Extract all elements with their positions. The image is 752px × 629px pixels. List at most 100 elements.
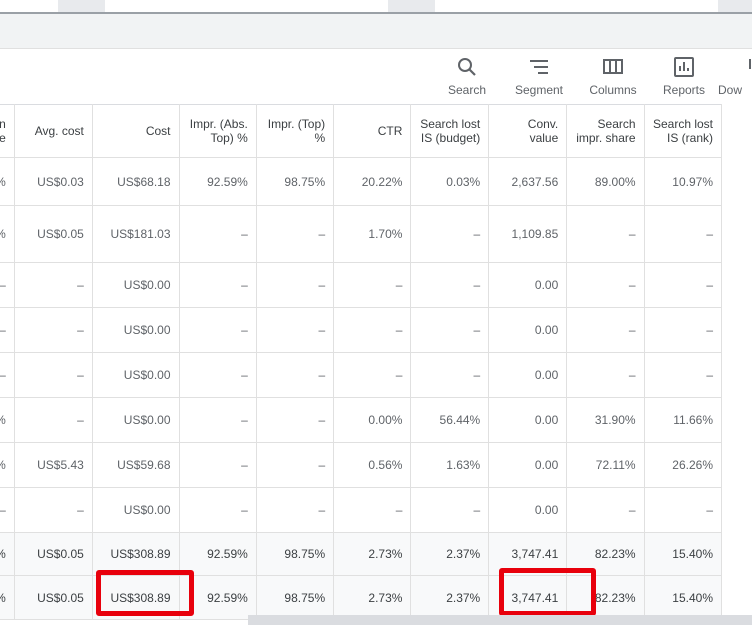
table-row: %US$0.05US$181.03––1.70%–1,109.85–– <box>0 205 723 263</box>
cell-search-impr-share: – <box>566 352 645 398</box>
cell-truncated: % <box>0 157 15 206</box>
col-header-truncated[interactable]: n e <box>0 104 15 158</box>
cell-search-lost-is-rank: – <box>643 487 723 533</box>
cell-ctr: 20.22% <box>333 157 412 206</box>
columns-label: Columns <box>589 83 637 97</box>
cell-cost: US$0.00 <box>91 307 180 353</box>
cell-cost: US$68.18 <box>91 157 180 206</box>
cell-search-impr-share: 89.00% <box>566 157 645 206</box>
cell-search-lost-is-rank: 26.26% <box>643 442 723 488</box>
cell-impr-top: 98.75% <box>255 575 335 620</box>
col-header-cost[interactable]: Cost <box>91 104 180 158</box>
cell-avg-cost: – <box>13 307 93 353</box>
cell-search-lost-is-rank: 11.66% <box>643 397 723 443</box>
cell-impr-top: – <box>255 352 335 398</box>
cell-search-lost-is-budget: – <box>410 487 490 533</box>
cell-impr-top: – <box>255 487 335 533</box>
cell-search-impr-share: – <box>566 307 645 353</box>
cell-impr-top: – <box>255 205 335 263</box>
cell-cost: US$0.00 <box>91 352 180 398</box>
cell-search-lost-is-budget: 2.37% <box>410 532 490 576</box>
cell-conv-value: 0.00 <box>488 442 568 488</box>
search-label: Search <box>447 83 487 97</box>
table-body: %US$0.03US$68.1892.59%98.75%20.22%0.03%2… <box>0 157 723 620</box>
cell-cost: US$0.00 <box>91 487 180 533</box>
cell-avg-cost: – <box>13 487 93 533</box>
filter-bar <box>0 14 752 49</box>
download-label: Dow <box>718 83 743 97</box>
cell-search-lost-is-budget: – <box>410 262 490 308</box>
cell-ctr: 0.56% <box>333 442 412 488</box>
cell-ctr: 2.73% <box>333 575 412 620</box>
cell-impr-top: – <box>255 397 335 443</box>
cell-avg-cost: US$5.43 <box>13 442 93 488</box>
cell-impr-top: – <box>255 307 335 353</box>
col-header-ctr[interactable]: CTR <box>333 104 412 158</box>
cell-ctr: – <box>333 352 412 398</box>
cell-impr-abs-top: – <box>178 307 257 353</box>
cell-cost: US$59.68 <box>91 442 180 488</box>
cell-truncated: % <box>0 397 15 443</box>
cell-impr-top: 98.75% <box>255 157 335 206</box>
cell-search-lost-is-rank: – <box>643 262 723 308</box>
highlight-box-cost <box>96 570 194 616</box>
cell-search-lost-is-budget: 1.63% <box>410 442 490 488</box>
cell-search-lost-is-rank: 15.40% <box>643 532 723 576</box>
cell-impr-abs-top: – <box>178 397 257 443</box>
columns-icon <box>603 59 623 74</box>
tab-stub <box>718 0 752 12</box>
download-icon <box>749 59 751 69</box>
cell-truncated: – <box>0 352 15 398</box>
cell-cost: US$181.03 <box>91 205 180 263</box>
header-row: n e Avg. cost Cost Impr. (Abs. Top) % Im… <box>0 104 723 158</box>
reports-button[interactable]: Reports <box>649 55 719 97</box>
cell-search-lost-is-budget: 2.37% <box>410 575 490 620</box>
cell-truncated: % <box>0 442 15 488</box>
table-row: ––US$0.00––––0.00–– <box>0 307 723 353</box>
cell-truncated: % <box>0 575 15 620</box>
cell-avg-cost: US$0.05 <box>13 575 93 620</box>
cell-search-lost-is-rank: – <box>643 307 723 353</box>
cell-avg-cost: – <box>13 352 93 398</box>
cell-conv-value: 1,109.85 <box>488 205 568 263</box>
cell-search-lost-is-rank: – <box>643 352 723 398</box>
col-header-search-impr-share[interactable]: Search impr. share <box>566 104 645 158</box>
cell-ctr: – <box>333 262 412 308</box>
cell-search-lost-is-budget: 0.03% <box>410 157 490 206</box>
segment-button[interactable]: Segment <box>504 55 574 97</box>
col-header-search-lost-is-rank[interactable]: Search lost IS (rank) <box>643 104 723 158</box>
cell-avg-cost: – <box>13 262 93 308</box>
cell-impr-top: – <box>255 442 335 488</box>
cell-conv-value: 0.00 <box>488 307 568 353</box>
cell-impr-abs-top: – <box>178 262 257 308</box>
col-header-impr-top[interactable]: Impr. (Top) % <box>255 104 335 158</box>
download-button[interactable]: Dow <box>718 55 752 97</box>
cell-impr-abs-top: – <box>178 442 257 488</box>
table-row: ––US$0.00––––0.00–– <box>0 262 723 308</box>
tab-stub <box>388 0 435 12</box>
columns-button[interactable]: Columns <box>578 55 648 97</box>
col-header-search-lost-is-budget[interactable]: Search lost IS (budget) <box>410 104 490 158</box>
cell-conv-value: 0.00 <box>488 487 568 533</box>
cell-conv-value: 0.00 <box>488 352 568 398</box>
cell-ctr: 2.73% <box>333 532 412 576</box>
cell-search-impr-share: – <box>566 487 645 533</box>
search-button[interactable]: Search <box>432 55 502 97</box>
table-row: %US$5.43US$59.68––0.56%1.63%0.0072.11%26… <box>0 442 723 488</box>
cell-search-lost-is-rank: 15.40% <box>643 575 723 620</box>
cell-search-lost-is-budget: – <box>410 205 490 263</box>
cell-conv-value: 0.00 <box>488 397 568 443</box>
col-header-impr-abs-top[interactable]: Impr. (Abs. Top) % <box>178 104 257 158</box>
table-row: ––US$0.00––––0.00–– <box>0 487 723 533</box>
table-toolbar: Search Segment Columns Reports Dow <box>0 49 752 104</box>
cell-ctr: 1.70% <box>333 205 412 263</box>
cell-truncated: – <box>0 307 15 353</box>
cell-search-lost-is-rank: 10.97% <box>643 157 723 206</box>
cell-search-lost-is-rank: – <box>643 205 723 263</box>
horizontal-scrollbar[interactable] <box>248 615 752 625</box>
col-header-conv-value[interactable]: Conv. value <box>488 104 568 158</box>
cell-conv-value: 2,637.56 <box>488 157 568 206</box>
col-header-avg-cost[interactable]: Avg. cost <box>13 104 93 158</box>
segment-label: Segment <box>514 83 564 97</box>
cell-cost: US$0.00 <box>91 397 180 443</box>
